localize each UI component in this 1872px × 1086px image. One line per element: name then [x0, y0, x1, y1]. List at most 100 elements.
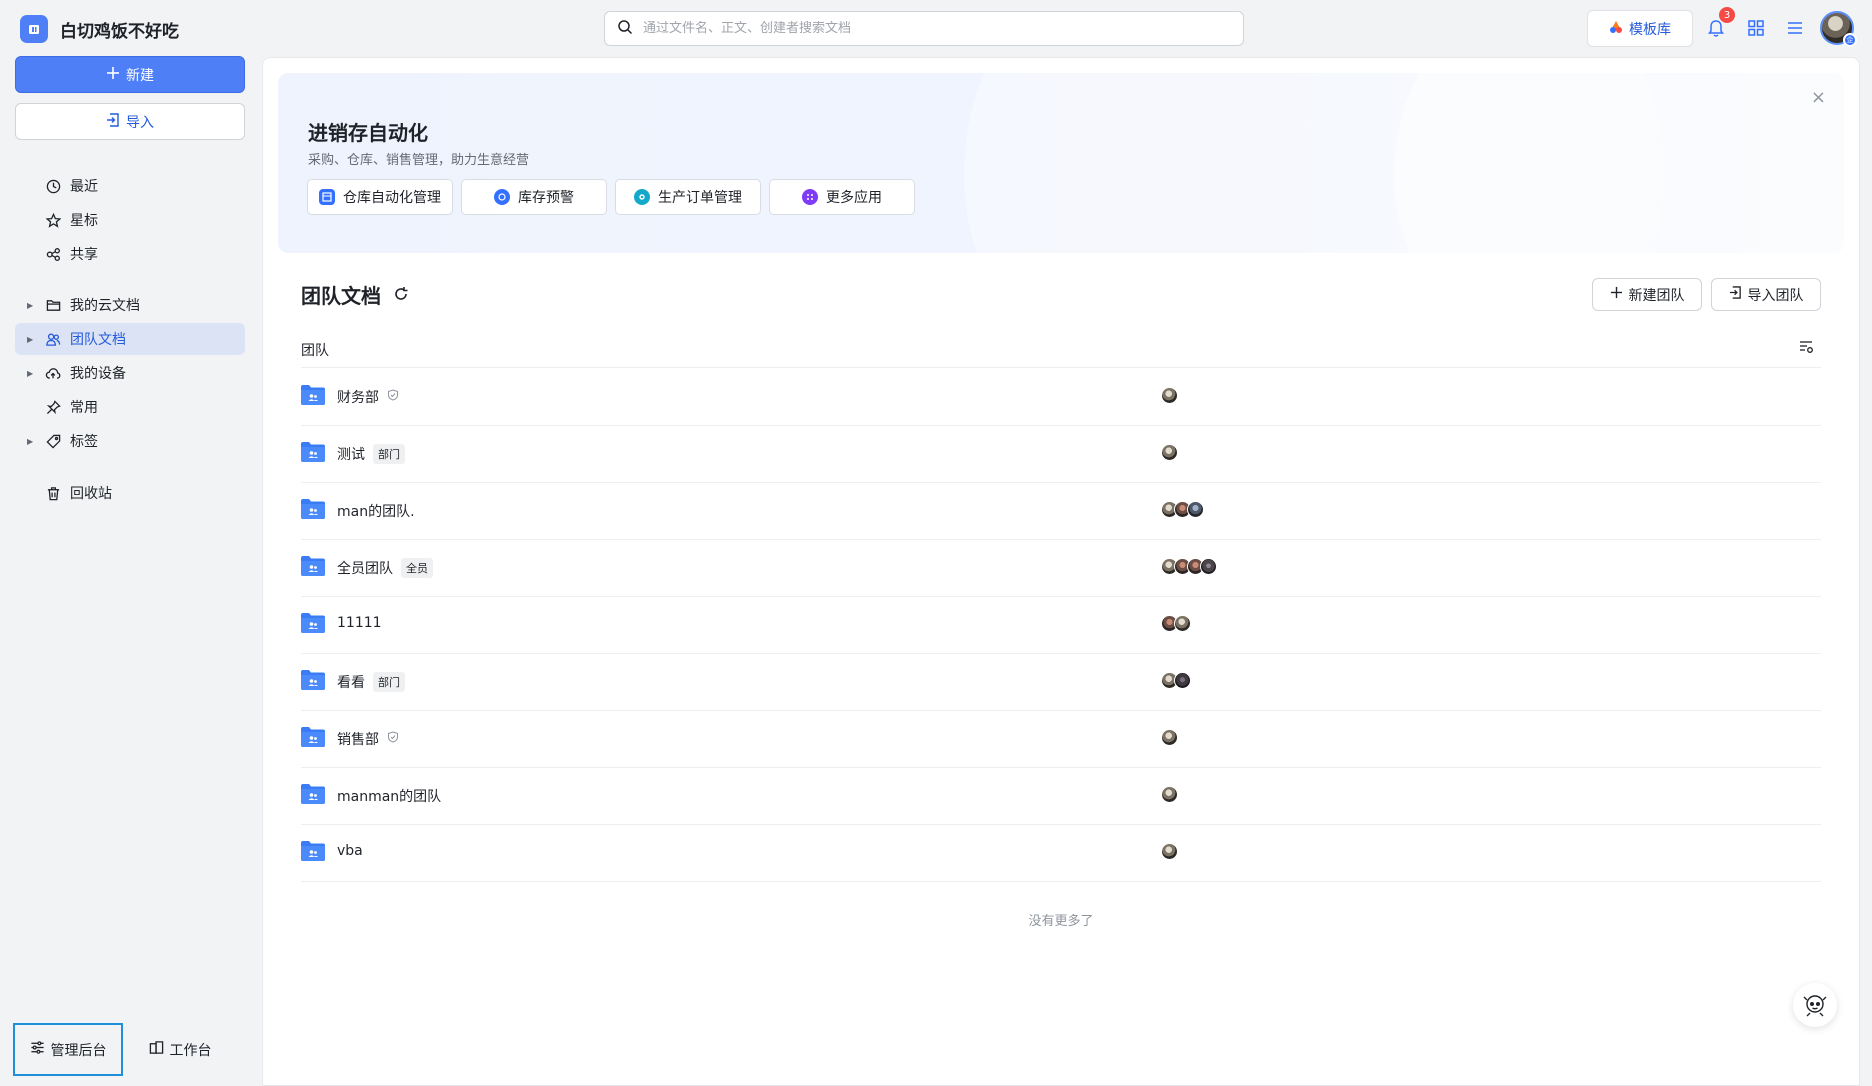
- no-more-footer: 没有更多了: [1028, 914, 1094, 929]
- expand-caret-icon[interactable]: ▶: [27, 335, 33, 344]
- production-order-icon: [634, 189, 650, 205]
- search-icon: [617, 19, 633, 39]
- team-row[interactable]: 测试 部门: [301, 425, 1821, 482]
- member-avatars[interactable]: [1161, 729, 1178, 746]
- app-chip-warehouse[interactable]: 仓库自动化管理: [307, 179, 453, 215]
- import-button[interactable]: 导入: [15, 103, 245, 140]
- import-team-label: 导入团队: [1747, 287, 1804, 304]
- member-avatars[interactable]: [1161, 558, 1217, 575]
- team-row[interactable]: man的团队.: [301, 482, 1821, 539]
- verified-shield-icon: [387, 389, 399, 405]
- team-row[interactable]: manman的团队: [301, 767, 1821, 824]
- main-content: 进销存自动化 采购、仓库、销售管理，助力生意经营 × 仓库自动化管理 库存预警 …: [262, 57, 1860, 1086]
- member-avatars[interactable]: [1161, 843, 1178, 860]
- sidebar-item-label: 回收站: [70, 486, 112, 502]
- clock-icon: [45, 178, 61, 194]
- close-icon[interactable]: ×: [1811, 87, 1826, 108]
- banner-decoration: [1394, 73, 1844, 253]
- import-icon: [106, 112, 120, 131]
- admin-console-label: 管理后台: [50, 1042, 107, 1059]
- more-apps-icon: [802, 189, 818, 205]
- team-row[interactable]: 11111: [301, 596, 1821, 653]
- app-chip-label: 仓库自动化管理: [343, 190, 441, 206]
- sidebar-item-team-docs[interactable]: ▶ 团队文档: [15, 323, 245, 355]
- member-avatars[interactable]: [1161, 786, 1178, 803]
- expand-caret-icon[interactable]: ▶: [27, 437, 33, 446]
- sidebar-item-trash[interactable]: 回收站: [15, 477, 245, 509]
- member-avatars[interactable]: [1161, 501, 1204, 518]
- team-name-cell: vba: [337, 843, 363, 859]
- sidebar-item-my-devices[interactable]: ▶ 我的设备: [15, 357, 245, 389]
- enterprise-badge: 企: [1843, 33, 1857, 47]
- verified-shield-icon: [387, 731, 399, 747]
- team-icon: [45, 331, 61, 347]
- app-title[interactable]: 白切鸡饭不好吃: [60, 17, 179, 42]
- member-avatars[interactable]: [1161, 387, 1178, 404]
- expand-caret-icon[interactable]: ▶: [27, 369, 33, 378]
- app-chip-more-apps[interactable]: 更多应用: [769, 179, 915, 215]
- new-team-button[interactable]: 新建团队: [1592, 278, 1702, 311]
- team-row[interactable]: vba: [301, 824, 1821, 881]
- app-chip-label: 更多应用: [826, 190, 882, 206]
- settings-sliders-icon: [30, 1040, 45, 1059]
- admin-console-button[interactable]: 管理后台: [13, 1023, 123, 1076]
- sidebar-item-label: 团队文档: [70, 332, 126, 348]
- team-type-tag: 全员: [401, 558, 433, 578]
- team-name-cell: 11111: [337, 615, 382, 631]
- inventory-alert-icon: [494, 189, 510, 205]
- team-row[interactable]: 销售部: [301, 710, 1821, 767]
- team-folder-icon: [301, 385, 325, 405]
- folder-icon: [45, 297, 61, 313]
- assistant-robot-icon[interactable]: [1793, 983, 1837, 1027]
- sidebar-item-label: 我的云文档: [70, 298, 140, 314]
- sidebar-item-my-cloud-docs[interactable]: ▶ 我的云文档: [15, 289, 245, 321]
- import-team-button[interactable]: 导入团队: [1711, 278, 1821, 311]
- team-type-tag: 部门: [373, 444, 405, 464]
- refresh-icon[interactable]: [393, 283, 409, 307]
- apps-grid-icon[interactable]: [1743, 15, 1769, 41]
- team-folder-icon: [301, 670, 325, 690]
- sidebar-item-label: 我的设备: [70, 366, 126, 382]
- sidebar-item-starred[interactable]: 星标: [15, 204, 245, 236]
- template-library-button[interactable]: 模板库: [1587, 10, 1693, 47]
- sidebar-item-shared[interactable]: 共享: [15, 238, 245, 270]
- app-logo-icon[interactable]: [20, 15, 48, 43]
- notification-badge: 3: [1719, 7, 1735, 23]
- team-name-cell: manman的团队: [337, 786, 441, 806]
- workbench-button[interactable]: 工作台: [140, 1023, 220, 1076]
- team-row[interactable]: 看看 部门: [301, 653, 1821, 710]
- app-chip-inventory-alert[interactable]: 库存预警: [461, 179, 607, 215]
- user-avatar[interactable]: 企: [1820, 11, 1857, 47]
- team-folder-icon: [301, 499, 325, 519]
- new-button[interactable]: 新建: [15, 56, 245, 93]
- member-avatars[interactable]: [1161, 672, 1191, 689]
- team-name: 财务部: [337, 390, 379, 406]
- member-avatar: [1161, 786, 1178, 803]
- member-avatar: [1187, 501, 1204, 518]
- team-folder-icon: [301, 556, 325, 576]
- sidebar-item-label: 共享: [70, 247, 98, 263]
- cloud-icon: [45, 365, 61, 381]
- team-name: vba: [337, 843, 363, 859]
- sidebar-item-recent[interactable]: 最近: [15, 170, 245, 202]
- member-avatar: [1161, 729, 1178, 746]
- expand-caret-icon[interactable]: ▶: [27, 301, 33, 310]
- team-name: manman的团队: [337, 789, 442, 805]
- app-chip-production-order[interactable]: 生产订单管理: [615, 179, 761, 215]
- menu-icon[interactable]: [1782, 15, 1808, 41]
- sort-settings-icon[interactable]: [1798, 339, 1814, 359]
- team-row[interactable]: 财务部: [301, 368, 1821, 425]
- member-avatars[interactable]: [1161, 615, 1191, 632]
- sidebar-item-frequent[interactable]: 常用: [15, 391, 245, 423]
- search-bar[interactable]: [604, 11, 1244, 46]
- column-header-team: 团队: [301, 343, 329, 359]
- team-row[interactable]: 全员团队 全员: [301, 539, 1821, 596]
- team-name: 销售部: [337, 732, 379, 748]
- member-avatar: [1174, 615, 1191, 632]
- sidebar-item-tags[interactable]: ▶ 标签: [15, 425, 245, 457]
- divider: [301, 881, 1821, 882]
- sidebar-item-label: 最近: [70, 179, 98, 195]
- member-avatars[interactable]: [1161, 444, 1178, 461]
- search-input[interactable]: [643, 21, 1203, 36]
- promo-banner: 进销存自动化 采购、仓库、销售管理，助力生意经营 × 仓库自动化管理 库存预警 …: [278, 73, 1844, 253]
